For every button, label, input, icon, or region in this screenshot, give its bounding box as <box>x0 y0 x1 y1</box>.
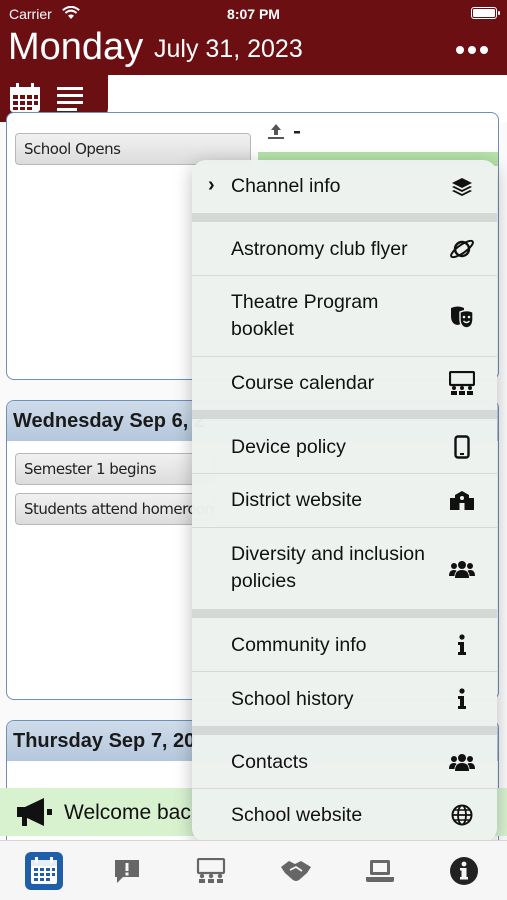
menu-item-label: Diversity and inclusion policies <box>231 543 426 592</box>
event-item[interactable]: Students attend homeroom in <box>15 493 215 525</box>
menu-item-label: District website <box>231 489 363 511</box>
mobile-phone-icon <box>449 434 475 460</box>
battery-icon <box>471 7 500 19</box>
users-icon <box>449 749 475 775</box>
menu-item-device-policy[interactable]: Device policy <box>192 419 497 474</box>
classroom-icon <box>449 370 475 396</box>
tab-courses[interactable] <box>191 851 231 891</box>
tab-exchange[interactable] <box>276 851 316 891</box>
menu-item-label: Theatre Program booklet <box>231 291 379 340</box>
menu-item-astronomy-club-flyer[interactable]: Astronomy club flyer <box>192 222 497 276</box>
channel-menu: › Channel info Astronomy club flyer Thea… <box>192 160 497 842</box>
tab-bar <box>0 840 507 900</box>
menu-item-school-website[interactable]: School website <box>192 789 497 842</box>
menu-item-label: Device policy <box>231 436 346 458</box>
menu-item-district-website[interactable]: District website <box>192 474 497 528</box>
menu-item-label: Channel info <box>231 175 341 197</box>
classroom-icon <box>196 858 226 883</box>
date-title: July 31, 2023 <box>154 35 303 63</box>
menu-item-community-info[interactable]: Community info <box>192 618 497 672</box>
header: Carrier 8:07 PM Monday July 31, 2023 <box>0 0 507 122</box>
users-icon <box>449 556 475 582</box>
alert-message-icon <box>115 860 139 883</box>
planet-icon <box>449 236 475 262</box>
tab-info[interactable] <box>444 851 484 891</box>
menu-item-school-history[interactable]: School history <box>192 672 497 726</box>
welcome-text: Welcome bac <box>64 801 191 824</box>
calendar-view-button[interactable] <box>8 82 42 114</box>
menu-item-course-calendar[interactable]: Course calendar <box>192 357 497 410</box>
event-item[interactable]: Semester 1 begins <box>15 453 215 485</box>
menu-item-label: School website <box>231 804 363 826</box>
menu-separator <box>192 609 497 618</box>
menu-item-diversity-and-inclusion-policies[interactable]: Diversity and inclusion policies <box>192 528 497 609</box>
day-title: Monday <box>8 26 144 68</box>
menu-item-channel-info[interactable]: › Channel info <box>192 160 497 213</box>
tab-device[interactable] <box>360 851 400 891</box>
menu-item-label: School history <box>231 688 354 710</box>
more-options-button[interactable] <box>455 38 489 62</box>
laptop-icon <box>366 860 394 882</box>
megaphone-icon <box>14 796 54 828</box>
menu-separator <box>192 410 497 419</box>
tab-alerts[interactable] <box>107 851 147 891</box>
info-icon <box>449 686 475 712</box>
menu-item-label: Contacts <box>231 751 308 773</box>
menu-separator <box>192 213 497 222</box>
info-circle-icon <box>450 857 478 885</box>
tab-calendar[interactable] <box>24 851 64 891</box>
layers-icon <box>449 174 475 200</box>
globe-icon <box>449 802 475 828</box>
upload-icon <box>268 122 308 147</box>
menu-item-label: Community info <box>231 634 367 656</box>
school-building-icon <box>449 487 475 513</box>
calendar-icon <box>25 852 63 890</box>
menu-item-theatre-program-booklet[interactable]: Theatre Program booklet <box>192 276 497 357</box>
status-time: 8:07 PM <box>227 6 280 22</box>
menu-item-label: Course calendar <box>231 372 375 394</box>
menu-item-label: Astronomy club flyer <box>231 238 408 260</box>
info-icon <box>449 632 475 658</box>
list-icon <box>57 87 83 111</box>
list-view-button[interactable] <box>54 82 88 114</box>
calendar-icon <box>10 83 40 112</box>
menu-separator <box>192 726 497 735</box>
chevron-right-icon: › <box>208 174 215 196</box>
handshake-icon <box>281 861 311 881</box>
menu-item-contacts[interactable]: Contacts <box>192 735 497 789</box>
theater-masks-icon <box>449 304 475 330</box>
status-bar: Carrier 8:07 PM <box>0 4 507 24</box>
